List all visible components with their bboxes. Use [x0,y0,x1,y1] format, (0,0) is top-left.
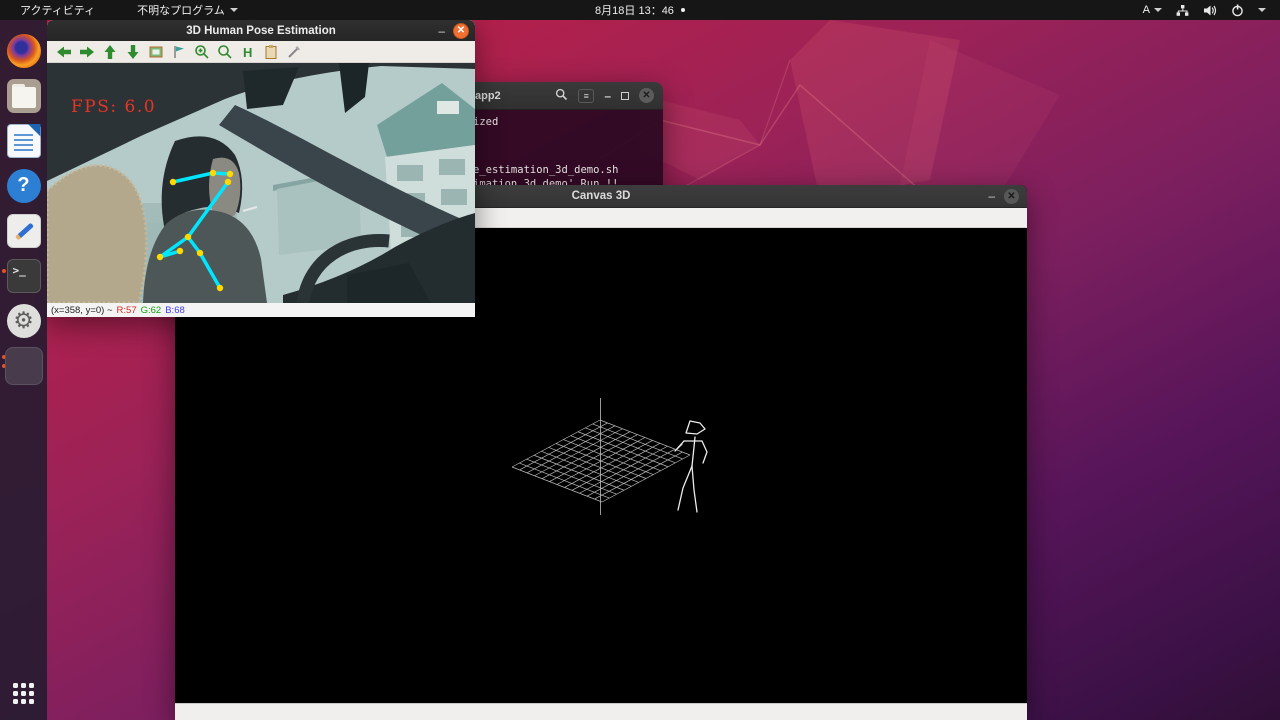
close-button[interactable]: ✕ [453,23,469,39]
terminal-title: app2 [475,90,501,102]
show-apps-grid-icon [13,683,34,704]
text-editor-launcher[interactable] [0,208,47,253]
show-apps-dot [13,683,18,688]
zoom-reset-icon[interactable] [216,43,233,60]
dock-items [0,28,47,388]
terminal-output[interactable]: izede_estimation_3d_demo.shimation 3d de… [467,110,663,190]
show-apps-dot [29,691,34,696]
activities-label: アクティビティ [20,2,95,18]
terminal-line: e_estimation_3d_demo.sh [473,164,618,176]
brush-icon[interactable] [285,43,302,60]
power-icon[interactable] [1231,4,1244,17]
terminal-titlebar[interactable]: app2 ≡ – ✕ [467,82,663,110]
arrow-right-icon[interactable] [78,43,95,60]
help-launcher[interactable] [0,163,47,208]
show-apps-dot [21,699,26,704]
terminal-window: app2 ≡ – ✕ izede_estimation_3d_demo.shim… [467,82,663,190]
show-apps-dot [29,699,34,704]
arrow-left-icon[interactable] [55,43,72,60]
clock-label: 8月18日 13：46 [595,2,674,18]
clipboard-icon[interactable] [262,43,279,60]
minimize-button[interactable]: – [438,24,445,38]
notification-dot-icon [681,8,685,12]
running-indicator-dot [2,269,6,273]
chevron-down-icon[interactable] [1258,8,1266,12]
pose-window: 3D Human Pose Estimation – ✕ H [47,20,475,317]
canvas3d-statusbar [175,703,1027,720]
close-button[interactable]: ✕ [639,88,654,103]
close-button[interactable]: ✕ [1004,189,1019,204]
svg-text:H: H [243,45,252,60]
dock [0,20,47,720]
show-apps-dot [21,683,26,688]
pose-title: 3D Human Pose Estimation [47,25,475,37]
desktop: アクティビティ 不明なプログラム 8月18日 13：46 A [0,0,1280,720]
clock-button[interactable]: 8月18日 13：46 [587,0,693,20]
minimize-button[interactable]: – [604,89,611,103]
arrow-down-icon[interactable] [124,43,141,60]
pixel-coords-label: (x=358, y=0) ~ [51,305,113,316]
show-applications-button[interactable] [0,671,47,716]
3d-skeleton-segment [702,441,707,463]
text-editor-icon [7,214,41,248]
volume-icon[interactable] [1203,4,1217,17]
search-icon[interactable] [555,88,568,104]
arrow-up-icon[interactable] [101,43,118,60]
pose-statusbar: (x=358, y=0) ~ R:57 G:62 B:68 [47,303,475,317]
pixel-green-value: G:62 [141,305,162,316]
flag-icon[interactable] [170,43,187,60]
settings-icon [7,304,41,338]
pixel-blue-value: B:68 [165,305,185,316]
activities-button[interactable]: アクティビティ [12,0,103,20]
show-apps-dot [13,691,18,696]
firefox-icon [7,34,41,68]
pose-video-frame[interactable]: FPS: 6.0 [47,63,475,303]
chevron-down-icon [1154,8,1162,12]
input-method-label: A [1143,4,1150,16]
top-bar: アクティビティ 不明なプログラム 8月18日 13：46 A [0,0,1280,20]
help-icon [7,169,41,203]
3d-skeleton-segment [678,466,692,510]
files-launcher[interactable] [0,73,47,118]
network-icon[interactable] [1176,4,1189,17]
fps-label: FPS: 6.0 [71,97,156,117]
3d-skeleton-segment [675,441,684,451]
save-image-icon[interactable] [147,43,164,60]
app-menu-label: 不明なプログラム [137,2,225,18]
terminal-line: ized [473,116,498,128]
show-apps-dot [21,691,26,696]
libreoffice-writer-launcher[interactable] [0,118,47,163]
settings-launcher[interactable] [0,298,47,343]
app-menu[interactable]: 不明なプログラム [129,0,246,20]
minimize-button[interactable]: – [988,189,995,203]
zoom-in-icon[interactable] [193,43,210,60]
3d-skeleton-segment [692,466,697,512]
maximize-button[interactable] [621,92,629,100]
pose-titlebar[interactable]: 3D Human Pose Estimation – ✕ [47,20,475,41]
terminal-launcher[interactable] [0,253,47,298]
libreoffice-writer-icon [7,124,41,158]
firefox-launcher[interactable] [0,28,47,73]
3d-skeleton-segment [686,421,705,434]
pixel-red-value: R:57 [117,305,137,316]
input-method-indicator[interactable]: A [1143,4,1162,16]
pose-toolbar: H [47,41,475,63]
show-apps-dot [13,699,18,704]
terminal-icon [7,259,41,293]
app-window-launcher[interactable] [0,343,47,388]
files-icon [7,79,41,113]
menu-icon[interactable]: ≡ [578,89,594,103]
show-apps-dot [29,683,34,688]
chevron-down-icon [230,8,238,12]
app-window-icon [5,347,43,385]
save-icon[interactable]: H [239,43,256,60]
